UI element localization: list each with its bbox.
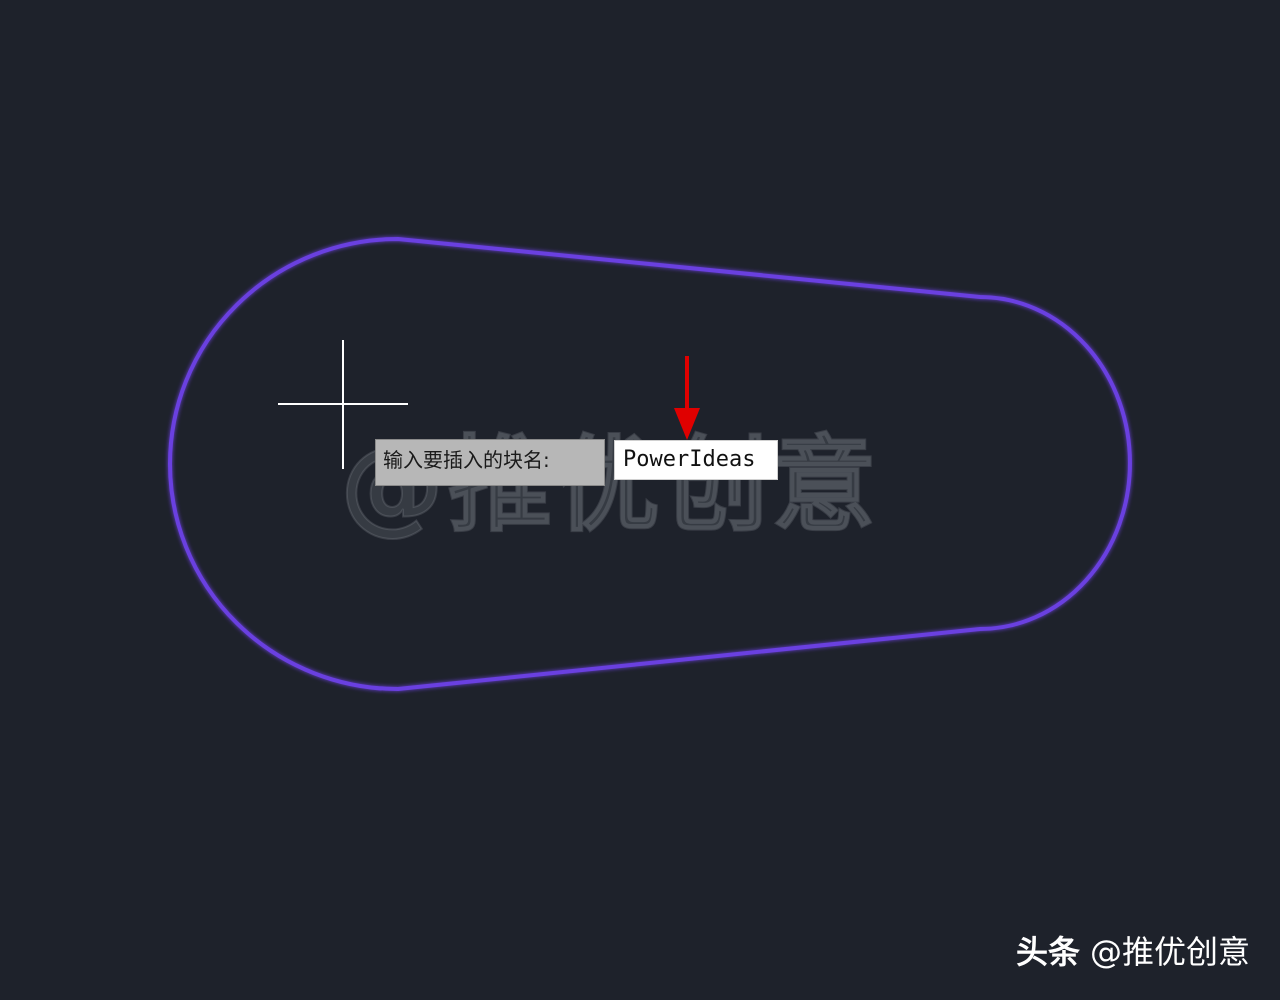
drawing-area[interactable] <box>0 0 1280 1000</box>
command-prompt-label: 输入要插入的块名: <box>375 439 605 486</box>
block-name-input[interactable]: PowerIdeas <box>614 440 778 480</box>
footer-handle: @推优创意 <box>1089 933 1250 971</box>
drawing-canvas[interactable]: @推优创意 输入要插入的块名: PowerIdeas 头条 @推优创意 <box>0 0 1280 1000</box>
footer-watermark: 头条 @推优创意 <box>1016 930 1250 974</box>
red-arrow-icon <box>674 356 700 440</box>
footer-brand: 头条 <box>1015 933 1080 971</box>
